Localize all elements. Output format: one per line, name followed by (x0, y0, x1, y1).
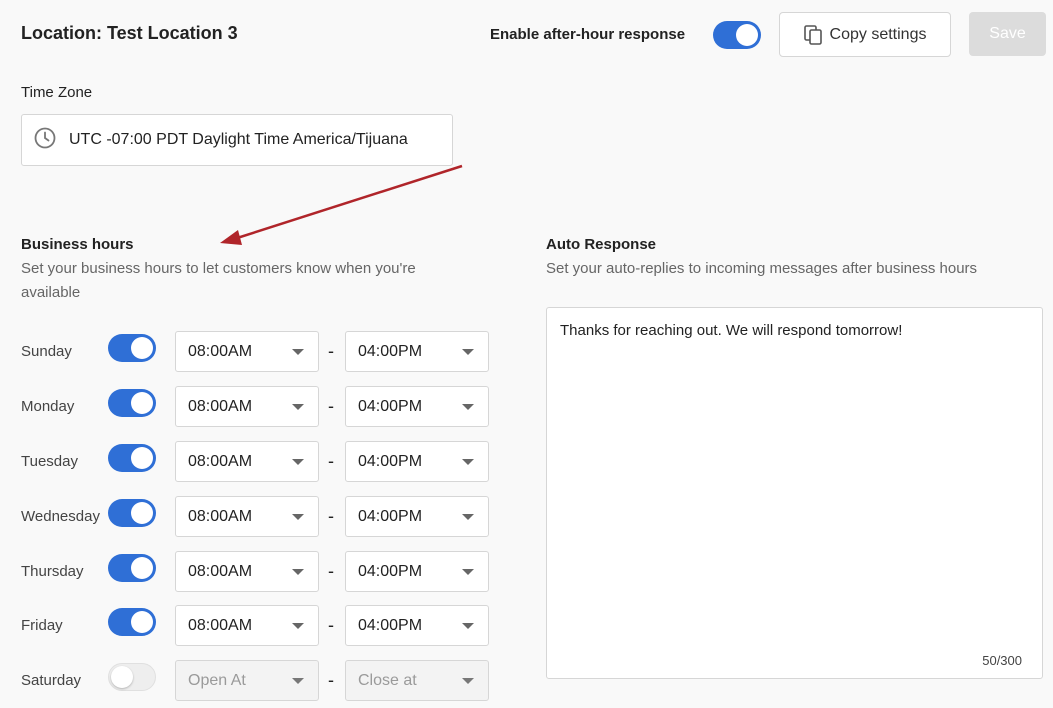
chevron-down-icon (462, 513, 474, 520)
day-rows: Sunday 08:00AM - 04:00PM Monday 08:00AM … (0, 331, 500, 703)
auto-response-textarea[interactable]: Thanks for reaching out. We will respond… (546, 307, 1043, 679)
auto-response-title: Auto Response (546, 236, 657, 253)
day-label: Friday (21, 617, 63, 634)
open-time-select[interactable]: 08:00AM (175, 441, 319, 482)
day-toggle-sunday[interactable] (108, 334, 156, 362)
open-time-select[interactable]: 08:00AM (175, 551, 319, 592)
time-separator: - (328, 341, 334, 361)
chevron-down-icon (462, 622, 474, 629)
chevron-down-icon (292, 677, 304, 684)
chevron-down-icon (462, 458, 474, 465)
open-time-select[interactable]: Open At (175, 660, 319, 701)
day-row-saturday: Saturday Open At - Close at (0, 660, 500, 702)
close-time-select[interactable]: 04:00PM (345, 551, 489, 592)
chevron-down-icon (292, 622, 304, 629)
day-toggle-wednesday[interactable] (108, 499, 156, 527)
close-time-select[interactable]: 04:00PM (345, 605, 489, 646)
character-counter: 50/300 (982, 653, 1022, 668)
time-separator: - (328, 670, 334, 690)
clock-icon (34, 127, 56, 154)
auto-response-description: Set your auto-replies to incoming messag… (546, 260, 978, 277)
chevron-down-icon (292, 513, 304, 520)
open-time-select[interactable]: 08:00AM (175, 605, 319, 646)
chevron-down-icon (292, 568, 304, 575)
day-row-sunday: Sunday 08:00AM - 04:00PM (0, 331, 500, 373)
close-time-select[interactable]: 04:00PM (345, 441, 489, 482)
time-separator: - (328, 451, 334, 471)
day-label: Thursday (21, 563, 84, 580)
close-time-select[interactable]: 04:00PM (345, 331, 489, 372)
after-hour-toggle[interactable] (713, 21, 761, 49)
after-hour-label: Enable after-hour response (490, 26, 686, 43)
day-label: Saturday (21, 672, 82, 689)
copy-icon (803, 24, 822, 45)
day-toggle-saturday[interactable] (108, 663, 156, 691)
chevron-down-icon (462, 568, 474, 575)
time-separator: - (328, 615, 334, 635)
timezone-value: UTC -07:00 PDT Daylight Time America/Tij… (69, 131, 408, 148)
close-time-select[interactable]: Close at (345, 660, 489, 701)
time-separator: - (328, 506, 334, 526)
day-row-friday: Friday 08:00AM - 04:00PM (0, 605, 500, 647)
timezone-label: Time Zone (21, 84, 93, 101)
day-toggle-thursday[interactable] (108, 554, 156, 582)
chevron-down-icon (292, 403, 304, 410)
chevron-down-icon (462, 677, 474, 684)
close-time-select[interactable]: 04:00PM (345, 496, 489, 537)
day-label: Sunday (21, 343, 72, 360)
day-toggle-friday[interactable] (108, 608, 156, 636)
time-separator: - (328, 561, 334, 581)
day-label: Monday (21, 398, 75, 415)
day-toggle-monday[interactable] (108, 389, 156, 417)
day-label: Wednesday (21, 508, 100, 525)
day-label: Tuesday (21, 453, 78, 470)
day-toggle-tuesday[interactable] (108, 444, 156, 472)
chevron-down-icon (462, 403, 474, 410)
copy-settings-label: Copy settings (829, 25, 927, 43)
chevron-down-icon (292, 458, 304, 465)
open-time-select[interactable]: 08:00AM (175, 386, 319, 427)
day-row-tuesday: Tuesday 08:00AM - 04:00PM (0, 441, 500, 483)
open-time-select[interactable]: 08:00AM (175, 331, 319, 372)
close-time-select[interactable]: 04:00PM (345, 386, 489, 427)
auto-response-message: Thanks for reaching out. We will respond… (560, 322, 903, 339)
open-time-select[interactable]: 08:00AM (175, 496, 319, 537)
toggle-knob (736, 24, 758, 46)
timezone-select[interactable]: UTC -07:00 PDT Daylight Time America/Tij… (21, 114, 453, 166)
business-hours-description: Set your business hours to let customers… (21, 260, 416, 301)
save-button[interactable]: Save (969, 12, 1046, 56)
copy-settings-button[interactable]: Copy settings (779, 12, 951, 57)
chevron-down-icon (292, 348, 304, 355)
location-title: Location: Test Location 3 (21, 23, 238, 43)
time-separator: - (328, 396, 334, 416)
day-row-thursday: Thursday 08:00AM - 04:00PM (0, 551, 500, 593)
day-row-monday: Monday 08:00AM - 04:00PM (0, 386, 500, 428)
day-row-wednesday: Wednesday 08:00AM - 04:00PM (0, 496, 500, 538)
business-hours-title: Business hours (21, 236, 134, 253)
chevron-down-icon (462, 348, 474, 355)
